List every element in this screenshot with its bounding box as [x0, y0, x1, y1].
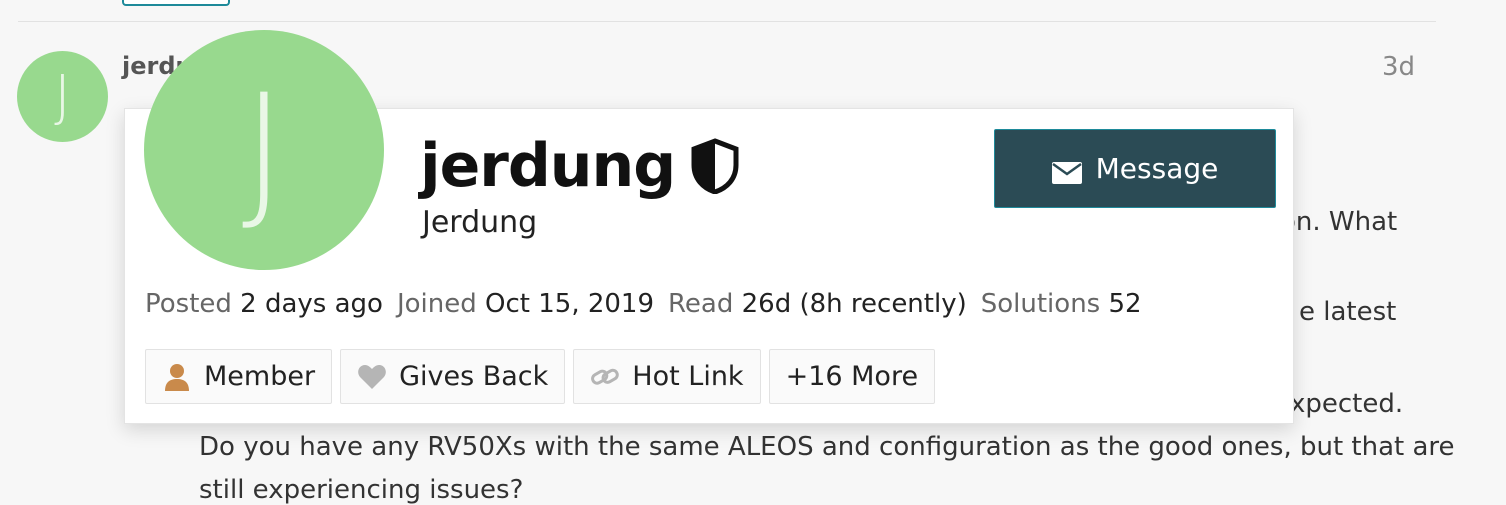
badge-gives-back[interactable]: Gives Back: [340, 349, 566, 404]
stat-read: Read 26d (8h recently): [668, 289, 967, 319]
badge-hot-link[interactable]: Hot Link: [573, 349, 761, 404]
post-text-line: xpected.: [1290, 389, 1404, 419]
divider: [18, 21, 1436, 22]
user-card-avatar[interactable]: J: [144, 30, 384, 270]
stat-posted: Posted 2 days ago: [145, 289, 383, 319]
badge-label: Hot Link: [632, 361, 744, 392]
message-button[interactable]: Message: [994, 129, 1276, 208]
badge-label: Gives Back: [399, 361, 549, 392]
link-icon: [590, 362, 620, 392]
stat-joined: Joined Oct 15, 2019: [397, 289, 654, 319]
stat-read-label: Read: [668, 289, 734, 319]
stat-solutions-value: 52: [1108, 289, 1142, 319]
badge-label: +16 More: [785, 361, 919, 392]
user-card-fullname: Jerdung: [422, 205, 538, 240]
message-button-label: Message: [1095, 152, 1219, 185]
user-card-username-row: jerdung: [420, 131, 741, 201]
stat-posted-value: 2 days ago: [240, 289, 383, 319]
post-text-line: on. What: [1280, 207, 1398, 237]
stat-solutions-label: Solutions: [980, 289, 1101, 319]
post-text-line: Do you have any RV50Xs with the same ALE…: [199, 432, 1455, 462]
stat-joined-label: Joined: [396, 289, 477, 319]
stat-joined-value: Oct 15, 2019: [485, 289, 655, 319]
stat-solutions: Solutions 52: [981, 289, 1142, 319]
post-text-line: still experiencing issues?: [199, 475, 524, 505]
stat-read-value: 26d (8h recently): [741, 289, 967, 319]
user-card-popup: J jerdung Jerdung Message Posted 2 days …: [124, 30, 1294, 424]
user-card-stats: Posted 2 days ago Joined Oct 15, 2019 Re…: [145, 289, 1142, 319]
person-icon: [162, 362, 192, 392]
user-card-badges: Member Gives Back Hot Link +16 More: [145, 349, 936, 404]
top-button[interactable]: [122, 0, 230, 6]
shield-icon: [689, 138, 741, 195]
post-timestamp[interactable]: 3d: [1382, 52, 1415, 82]
heart-icon: [357, 362, 387, 392]
post-avatar[interactable]: J: [17, 51, 108, 142]
badge-label: Member: [204, 361, 316, 392]
post-text-line: e latest: [1299, 297, 1397, 327]
stat-posted-label: Posted: [145, 289, 232, 319]
badge-more[interactable]: +16 More: [768, 349, 936, 404]
badge-member[interactable]: Member: [145, 349, 333, 404]
user-card-username[interactable]: jerdung: [420, 131, 676, 201]
envelope-icon: [1051, 158, 1082, 184]
